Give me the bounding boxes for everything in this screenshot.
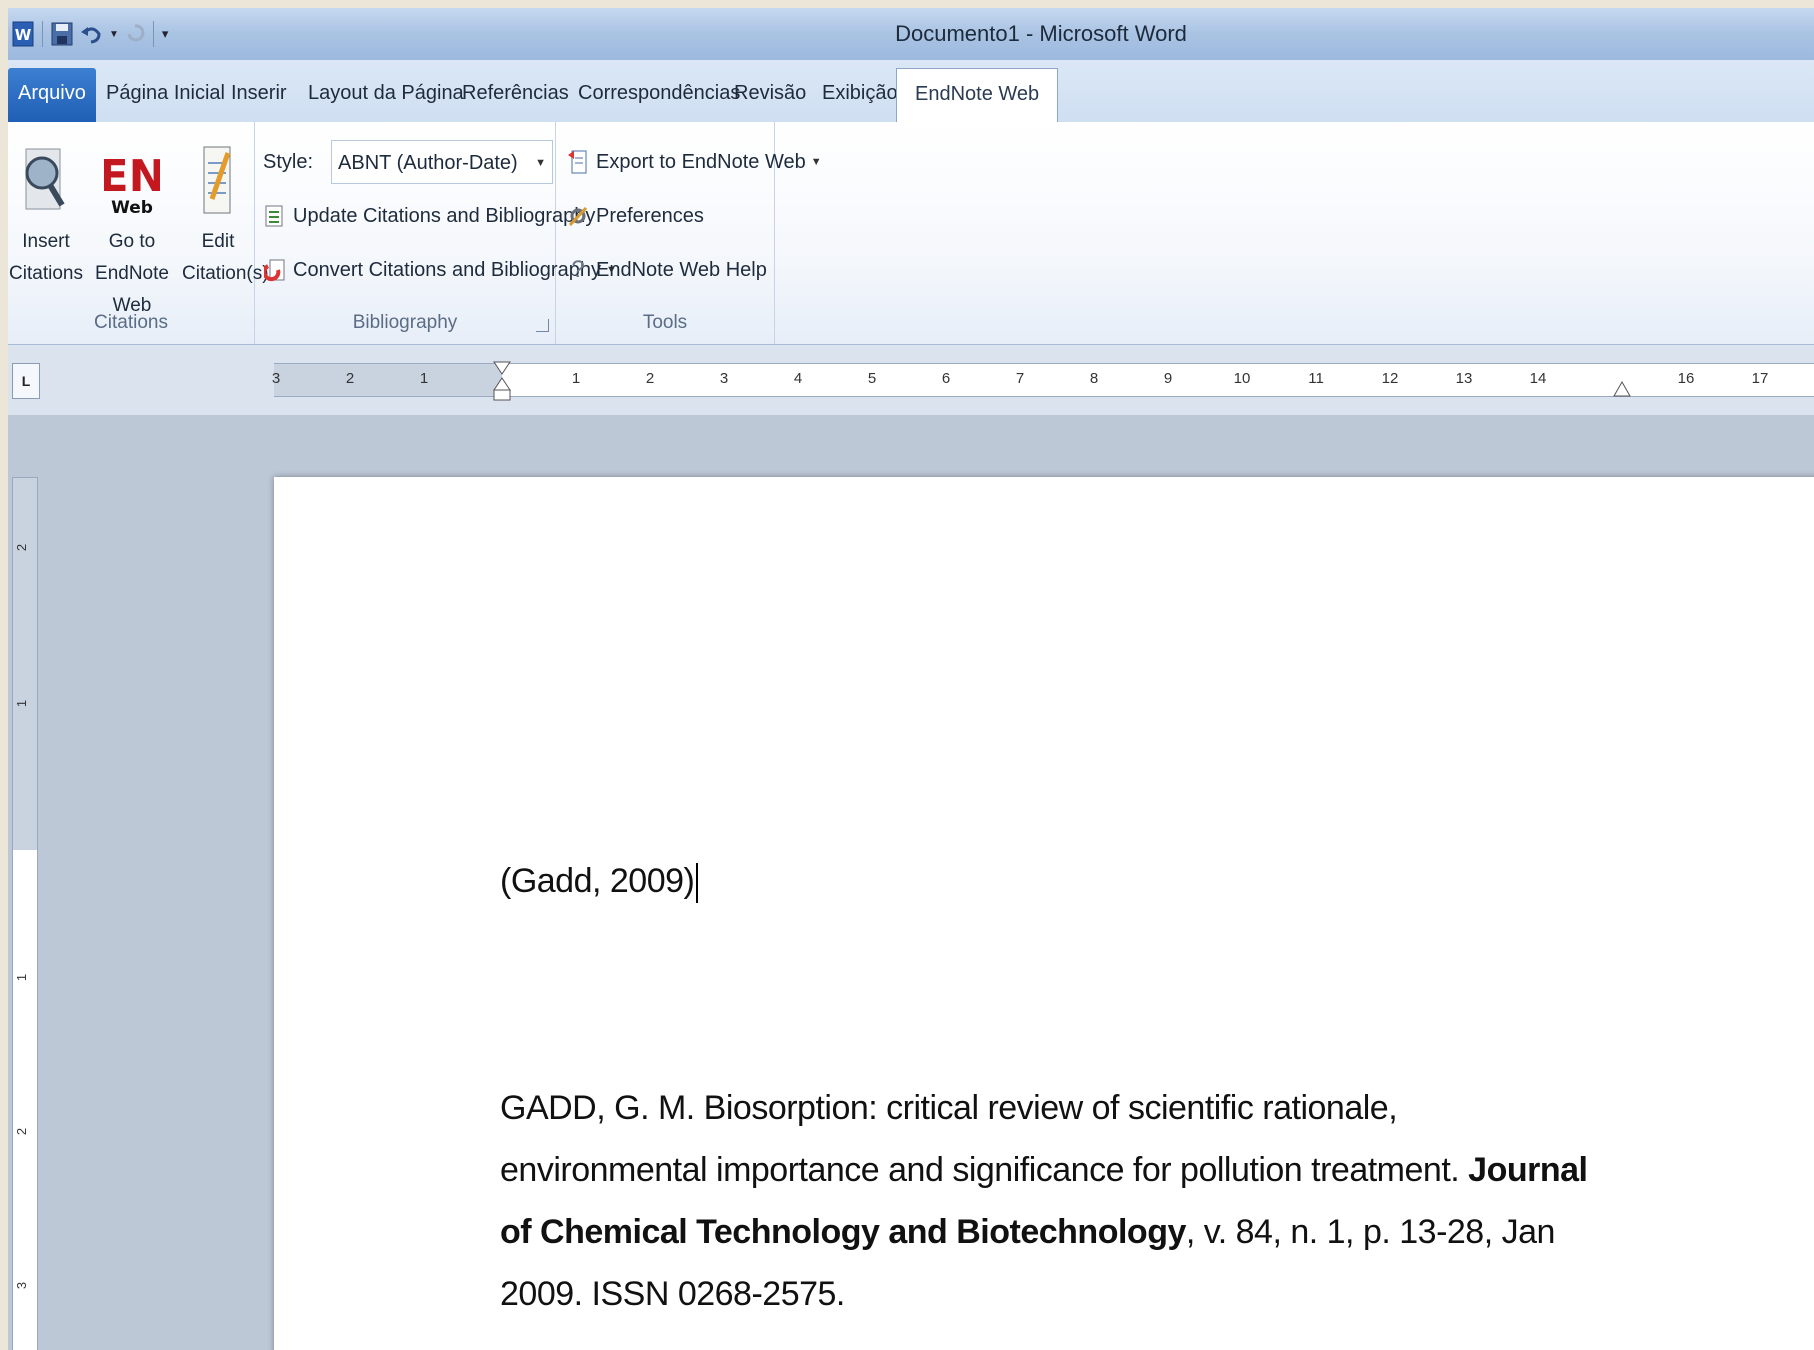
ribbon: Insert Citations EN Web Go to EndNote We… xyxy=(8,122,1814,345)
ruler-mark: 14 xyxy=(1529,370,1547,387)
endnote-web-help-button[interactable]: ? EndNote Web Help xyxy=(566,248,767,292)
update-label: Update Citations and Bibliography xyxy=(293,204,596,227)
preferences-label: Preferences xyxy=(596,204,704,227)
edit-label-1: Edit xyxy=(201,231,235,252)
insert-citations-label-1: Insert xyxy=(22,231,70,252)
ruler-mark: 2 xyxy=(345,370,355,387)
ruler-mark: 3 xyxy=(271,370,281,387)
preferences-icon xyxy=(566,204,590,228)
right-indent-marker-icon[interactable] xyxy=(1612,378,1632,398)
ruler-mark: 11 xyxy=(1308,370,1324,387)
in-text-citation[interactable]: (Gadd, 2009) xyxy=(500,862,699,904)
style-value: ABNT (Author-Date) xyxy=(338,152,518,174)
bibliography-entry[interactable]: GADD, G. M. Biosorption: critical review… xyxy=(500,1077,1600,1325)
citation-text: (Gadd, 2009) xyxy=(500,862,695,900)
insert-citations-label-2: Citations xyxy=(9,263,83,284)
document-page[interactable]: (Gadd, 2009) GADD, G. M. Biosorption: cr… xyxy=(274,477,1814,1350)
vertical-ruler[interactable]: 2 1 1 2 3 xyxy=(12,477,38,1350)
help-icon: ? xyxy=(571,256,585,283)
word-window: W ▼ ▾ Documento1 - Microsoft Word Arquiv… xyxy=(8,8,1814,1350)
ruler-mark: 7 xyxy=(1015,370,1025,387)
ruler-mark: 4 xyxy=(793,370,803,387)
svg-text:Web: Web xyxy=(111,198,153,218)
magnifier-icon xyxy=(8,136,84,226)
ruler-mark: 1 xyxy=(14,973,30,982)
style-row: Style: ABNT (Author-Date) ▼ xyxy=(263,140,554,184)
ruler-mark: 2 xyxy=(14,543,30,552)
ruler-mark: 10 xyxy=(1233,370,1251,387)
ruler-mark: 12 xyxy=(1381,370,1399,387)
export-to-endnote-web-button[interactable]: Export to EndNote Web ▼ xyxy=(566,140,822,184)
title-bar: W ▼ ▾ Documento1 - Microsoft Word xyxy=(8,8,1814,60)
edit-citations-button[interactable]: Edit Citation(s) xyxy=(182,136,269,290)
window-title: Documento1 - Microsoft Word xyxy=(895,21,1187,46)
go-to-label-1: Go to xyxy=(108,231,156,252)
help-label: EndNote Web Help xyxy=(596,258,767,281)
ribbon-tabs: Arquivo Página Inicial Inserir Layout da… xyxy=(8,60,1814,124)
citations-group-label: Citations xyxy=(94,312,168,333)
ruler-mark: 1 xyxy=(419,370,429,387)
edit-label-2: Citation(s) xyxy=(182,263,269,284)
convert-label: Convert Citations and Bibliography xyxy=(293,258,601,281)
style-label: Style: xyxy=(263,150,314,173)
preferences-button[interactable]: Preferences xyxy=(566,194,704,238)
ruler-mark: 13 xyxy=(1455,370,1473,387)
ruler-mark: 9 xyxy=(1163,370,1173,387)
ruler-mark: 16 xyxy=(1677,370,1695,387)
tab-endnote-web[interactable]: EndNote Web xyxy=(896,68,1059,124)
export-icon xyxy=(566,150,590,174)
ruler-mark: 5 xyxy=(867,370,877,387)
endnote-web-logo: EN Web xyxy=(78,136,186,226)
chevron-down-icon: ▼ xyxy=(810,156,822,168)
ruler-mark: 2 xyxy=(14,1127,30,1136)
ruler-mark: 1 xyxy=(571,370,581,387)
ruler-mark: 8 xyxy=(1089,370,1099,387)
ruler-left-margin xyxy=(274,364,502,396)
convert-icon xyxy=(263,258,287,282)
ruler-mark: 6 xyxy=(941,370,951,387)
svg-text:EN: EN xyxy=(104,151,160,202)
citations-group: Insert Citations EN Web Go to EndNote We… xyxy=(8,122,269,344)
tools-group-label: Tools xyxy=(642,312,688,333)
export-label: Export to EndNote Web xyxy=(596,150,806,173)
go-to-endnote-web-button[interactable]: EN Web Go to EndNote Web xyxy=(78,136,186,322)
tools-group: Export to EndNote Web ▼ Preferences ? En… xyxy=(556,122,822,344)
style-dropdown[interactable]: ABNT (Author-Date) ▼ xyxy=(331,140,554,184)
ruler-area: L 3 2 1 1 2 3 4 5 6 7 8 9 10 11 12 13 14… xyxy=(8,345,1814,415)
tab-arquivo[interactable]: Arquivo xyxy=(8,68,96,122)
bibliography-group-label: Bibliography xyxy=(352,312,458,333)
text-cursor xyxy=(696,863,699,904)
update-icon xyxy=(263,204,287,228)
insert-citations-button[interactable]: Insert Citations xyxy=(8,136,84,290)
document-area: 2 1 1 2 3 (Gadd, 2009) GADD, G. M. Bioso… xyxy=(8,415,1814,1350)
ruler-mark: 1 xyxy=(14,699,30,708)
bibliography-text: GADD, G. M. Biosorption: critical review… xyxy=(500,1089,1469,1189)
chevron-down-icon: ▼ xyxy=(535,157,547,169)
ruler-mark: 3 xyxy=(719,370,729,387)
update-citations-button[interactable]: Update Citations and Bibliography xyxy=(263,194,595,238)
tab-selector[interactable]: L xyxy=(12,363,40,399)
bibliography-group: Style: ABNT (Author-Date) ▼ Update Citat… xyxy=(255,122,617,344)
dialog-launcher-icon[interactable] xyxy=(536,319,549,332)
edit-doc-icon xyxy=(182,136,254,226)
ruler-mark: 3 xyxy=(14,1281,30,1290)
indent-marker-icon[interactable] xyxy=(492,360,512,404)
ruler-mark: 2 xyxy=(645,370,655,387)
ruler-mark: 17 xyxy=(1751,370,1769,387)
vruler-top-margin xyxy=(13,478,37,850)
horizontal-ruler[interactable]: 3 2 1 1 2 3 4 5 6 7 8 9 10 11 12 13 14 1… xyxy=(271,361,1814,401)
